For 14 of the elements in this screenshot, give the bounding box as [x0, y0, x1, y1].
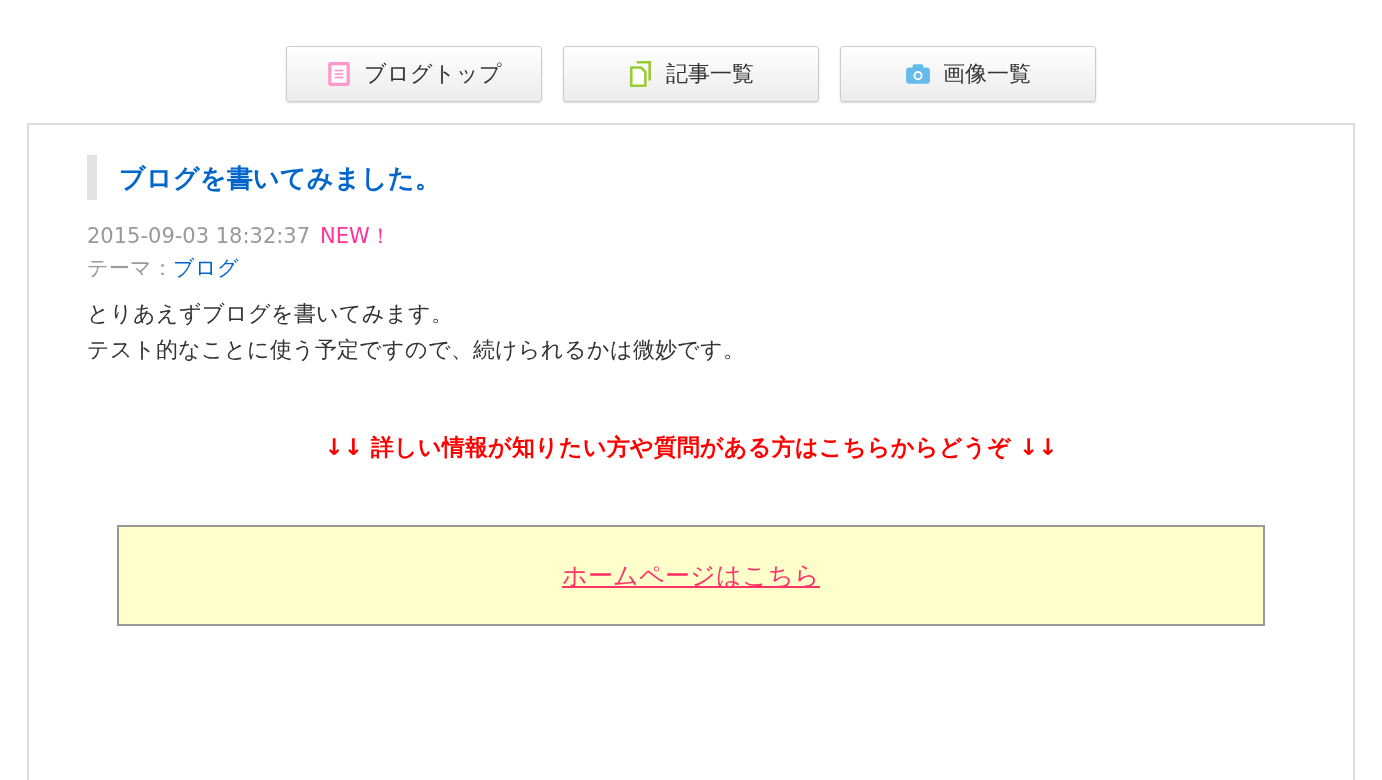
pages-icon — [628, 61, 654, 87]
body-text: とりあえずブログを書いてみます。 — [87, 300, 454, 328]
new-label: NEW！ — [320, 223, 391, 250]
document-icon — [326, 61, 352, 87]
camera-icon — [905, 61, 931, 87]
theme-link[interactable]: ブログ — [173, 252, 239, 284]
nav-button[interactable]: 記事一覧 — [563, 46, 819, 102]
body-text: テスト的なことに使う予定ですので、続けられるかは微妙です。 — [87, 336, 746, 364]
theme-label: テーマ： — [87, 255, 173, 282]
post-title[interactable]: ブログを書いてみました。 — [87, 155, 441, 200]
notice-text: ↓↓ 詳しい情報が知りたい方や質問がある方はこちらからどうぞ ↓↓ — [323, 433, 1059, 462]
post-date: 2015-09-03 18:32:37 — [87, 223, 311, 250]
nav-button[interactable]: ブログトップ — [286, 46, 542, 102]
nav-button[interactable]: 画像一覧 — [840, 46, 1096, 102]
